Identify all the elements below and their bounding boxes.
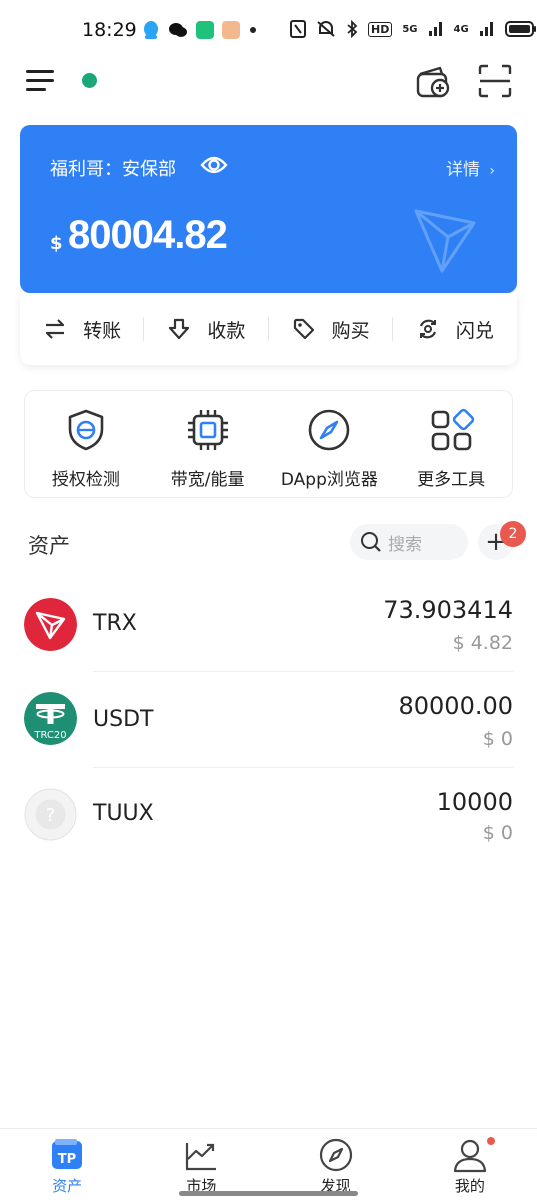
wechat-icon (169, 23, 187, 37)
network-4g-label: 4G (453, 23, 469, 35)
transfer-button[interactable]: 转账 (20, 293, 145, 365)
receive-icon (169, 318, 190, 340)
eye-icon[interactable] (200, 153, 228, 177)
swap-icon (419, 319, 436, 339)
nfc-icon (290, 20, 306, 38)
bottom-nav: TP 资产 市场 发现 我的 (0, 1128, 537, 1200)
buy-label: 购买 (331, 319, 370, 342)
detail-link[interactable]: 详情 › (446, 155, 495, 180)
nav-profile[interactable]: 我的 (403, 1129, 537, 1200)
network-status-dot (82, 73, 97, 88)
status-bar: 18:29 HD 5G 4G (0, 0, 537, 62)
token-symbol: TUUX (93, 801, 154, 826)
token-row-usdt[interactable]: TRC20 USDT 80000.00 $ 0 (0, 672, 537, 768)
receive-label: 收款 (207, 319, 246, 342)
market-chart-icon (186, 1143, 217, 1171)
hd-badge: HD (368, 21, 393, 37)
swap-label: 闪兑 (455, 319, 494, 342)
token-value: $ 4.82 (452, 632, 513, 654)
app-cat-icon (222, 21, 240, 39)
status-time: 18:29 (82, 19, 137, 41)
nav-label: 资产 (52, 1177, 83, 1195)
token-value: $ 0 (482, 728, 513, 750)
home-indicator[interactable] (179, 1191, 358, 1196)
compass-icon (309, 409, 350, 451)
user-icon (453, 1139, 486, 1173)
buy-tag-icon (293, 318, 314, 340)
detail-label: 详情 (445, 160, 480, 180)
token-balance: 80000.00 (398, 692, 513, 720)
signal-icon-2 (479, 22, 493, 36)
wallet-balance-card[interactable]: 福利哥：安保部 详情 › $ 80004.82 (20, 125, 517, 293)
token-balance: 10000 (436, 788, 513, 816)
shield-icon (68, 409, 104, 451)
nav-discover[interactable]: 发现 (269, 1129, 403, 1200)
tool-label: 带宽/能量 (170, 470, 245, 490)
tool-authorization-check[interactable]: 授权检测 (25, 391, 147, 497)
quick-actions: 转账 收款 购买 闪兑 (20, 293, 517, 365)
transfer-icon (46, 319, 65, 339)
network-5g-label: 5G (402, 23, 418, 35)
tool-label: 授权检测 (51, 470, 120, 490)
tool-bandwidth-energy[interactable]: 带宽/能量 (147, 391, 269, 497)
tron-watermark-icon (414, 209, 476, 273)
tool-label: 更多工具 (417, 470, 486, 490)
wallet-name[interactable]: 福利哥：安保部 (50, 155, 176, 181)
receive-button[interactable]: 收款 (144, 293, 269, 365)
qq-icon (144, 21, 158, 39)
chip-icon (187, 410, 228, 450)
grid-icon (431, 408, 475, 451)
token-row-tuux[interactable]: ? TUUX 10000 $ 0 (0, 768, 537, 864)
trx-logo-icon (24, 598, 77, 651)
add-wallet-button[interactable] (414, 62, 452, 100)
wallet-home-screen: 18:29 HD 5G 4G 福利哥：安保部 详情 › $ 80004.82 转… (0, 0, 537, 1200)
tp-wallet-icon: TP (52, 1139, 83, 1169)
assets-title: 资产 (28, 534, 70, 558)
battery-icon (504, 21, 536, 37)
svg-text:?: ? (46, 805, 56, 826)
token-value: $ 0 (482, 822, 513, 844)
buy-button[interactable]: 购买 (269, 293, 394, 365)
app-green-icon (196, 21, 214, 39)
svg-text:TP: TP (58, 1152, 76, 1167)
tools-panel: 授权检测 带宽/能量 DApp浏览器 更多工具 (24, 390, 513, 498)
bluetooth-icon (347, 20, 358, 38)
chevron-right-icon: › (489, 163, 495, 179)
wallet-add-icon (416, 66, 450, 98)
scan-button[interactable] (476, 62, 514, 100)
search-icon (361, 532, 381, 552)
notification-icons (142, 20, 258, 40)
profile-red-dot (486, 1137, 495, 1145)
signal-icon-1 (428, 22, 442, 36)
currency-symbol: $ (50, 233, 63, 254)
compass-icon (319, 1138, 352, 1172)
unknown-token-icon: ? (24, 788, 77, 841)
menu-icon[interactable] (26, 68, 56, 94)
scan-icon (478, 64, 512, 98)
tool-label: DApp浏览器 (280, 470, 378, 490)
total-balance: 80004.82 (68, 213, 228, 257)
usdt-logo-tag: TRC20 (33, 730, 66, 741)
nav-market[interactable]: 市场 (134, 1129, 268, 1200)
system-icons: HD 5G 4G (290, 20, 537, 38)
token-symbol: USDT (93, 707, 154, 732)
search-placeholder: 搜索 (388, 534, 422, 555)
tool-dapp-browser[interactable]: DApp浏览器 (269, 391, 391, 497)
usdt-logo-icon: TRC20 (24, 692, 77, 745)
notification-badge: 2 (500, 521, 526, 547)
transfer-label: 转账 (83, 319, 122, 342)
token-balance: 73.903414 (383, 596, 513, 624)
mute-icon (317, 21, 335, 37)
asset-search-input[interactable]: 搜索 (350, 524, 468, 560)
nav-assets[interactable]: TP 资产 (0, 1129, 134, 1200)
token-symbol: TRX (93, 611, 137, 636)
tool-more-tools[interactable]: 更多工具 (390, 391, 512, 497)
dot-icon (250, 27, 256, 33)
token-row-trx[interactable]: TRX 73.903414 $ 4.82 (0, 576, 537, 672)
nav-label: 我的 (454, 1177, 485, 1195)
swap-button[interactable]: 闪兑 (393, 293, 517, 365)
